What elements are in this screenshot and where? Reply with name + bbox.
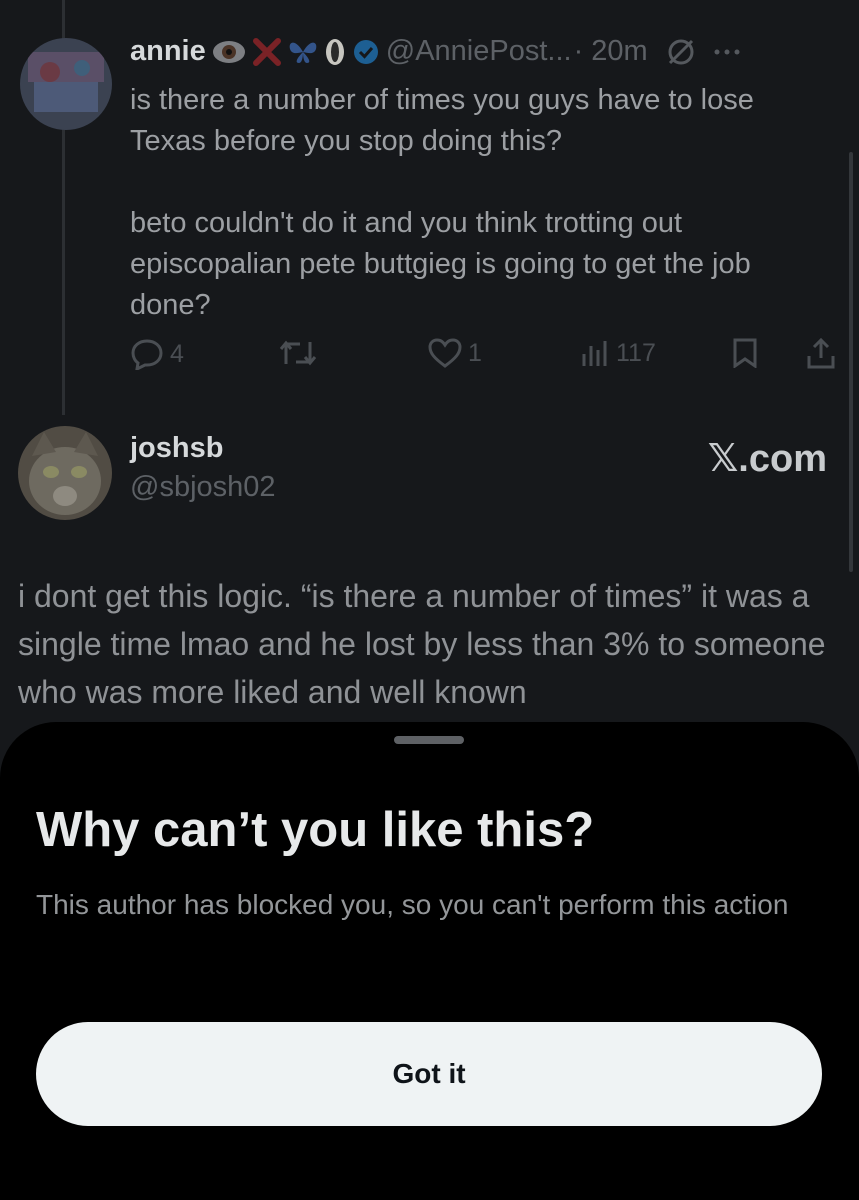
sheet-title: Why can’t you like this? — [36, 803, 595, 857]
tweet-text: is there a number of times you guys have… — [130, 80, 830, 367]
reply-button[interactable]: 4 — [130, 338, 184, 370]
oval-emoji-icon — [324, 37, 346, 67]
repost-icon — [279, 340, 317, 366]
share-button[interactable] — [806, 338, 836, 370]
reply-text: i dont get this logic. “is there a numbe… — [18, 578, 826, 710]
heart-icon — [428, 338, 462, 368]
bookmark-icon — [733, 338, 757, 368]
got-it-button[interactable]: Got it — [36, 1022, 822, 1126]
views-button[interactable]: 117 — [580, 338, 656, 368]
tweet-header: annie @AnniePost... · 20m — [130, 35, 740, 68]
reply-header: joshsb @sbjosh02 — [130, 432, 276, 504]
tweet-timestamp: · 20m — [573, 35, 648, 67]
like-count: 1 — [468, 338, 482, 367]
reply-author-name[interactable]: joshsb — [130, 432, 276, 465]
sheet-drag-handle[interactable] — [394, 736, 464, 744]
views-chart-icon — [582, 341, 607, 366]
joshsb-avatar[interactable] — [18, 426, 112, 520]
reply-author-handle[interactable]: @sbjosh02 — [130, 471, 276, 504]
annie-avatar[interactable] — [20, 38, 112, 130]
blocked-action-sheet: Why can’t you like this? This author has… — [0, 722, 859, 1200]
reply-count: 4 — [170, 339, 184, 368]
tweet-paragraph: is there a number of times you guys have… — [130, 84, 754, 157]
like-button[interactable]: 1 — [428, 338, 482, 368]
bookmark-button[interactable] — [732, 338, 758, 368]
tweet-paragraph: beto couldn't do it and you think trotti… — [130, 207, 751, 321]
scrollbar[interactable] — [849, 152, 853, 572]
grok-icon[interactable] — [666, 37, 696, 67]
author-handle[interactable]: @AnniePost... — [386, 35, 572, 68]
butterfly-emoji-icon — [288, 39, 318, 65]
more-options-icon[interactable] — [714, 48, 740, 56]
repost-button[interactable] — [278, 338, 318, 368]
cross-mark-emoji-icon — [252, 37, 282, 67]
eye-emoji-icon — [212, 39, 246, 65]
author-name[interactable]: annie — [130, 35, 206, 68]
x-com-watermark: 𝕏.com — [707, 438, 827, 480]
views-count: 117 — [616, 338, 656, 367]
share-icon — [807, 338, 835, 369]
verified-badge-icon — [352, 38, 380, 66]
reply-icon — [131, 339, 163, 370]
sheet-message: This author has blocked you, so you can'… — [36, 889, 789, 920]
tweet-action-bar: 4 1 117 — [130, 338, 840, 374]
